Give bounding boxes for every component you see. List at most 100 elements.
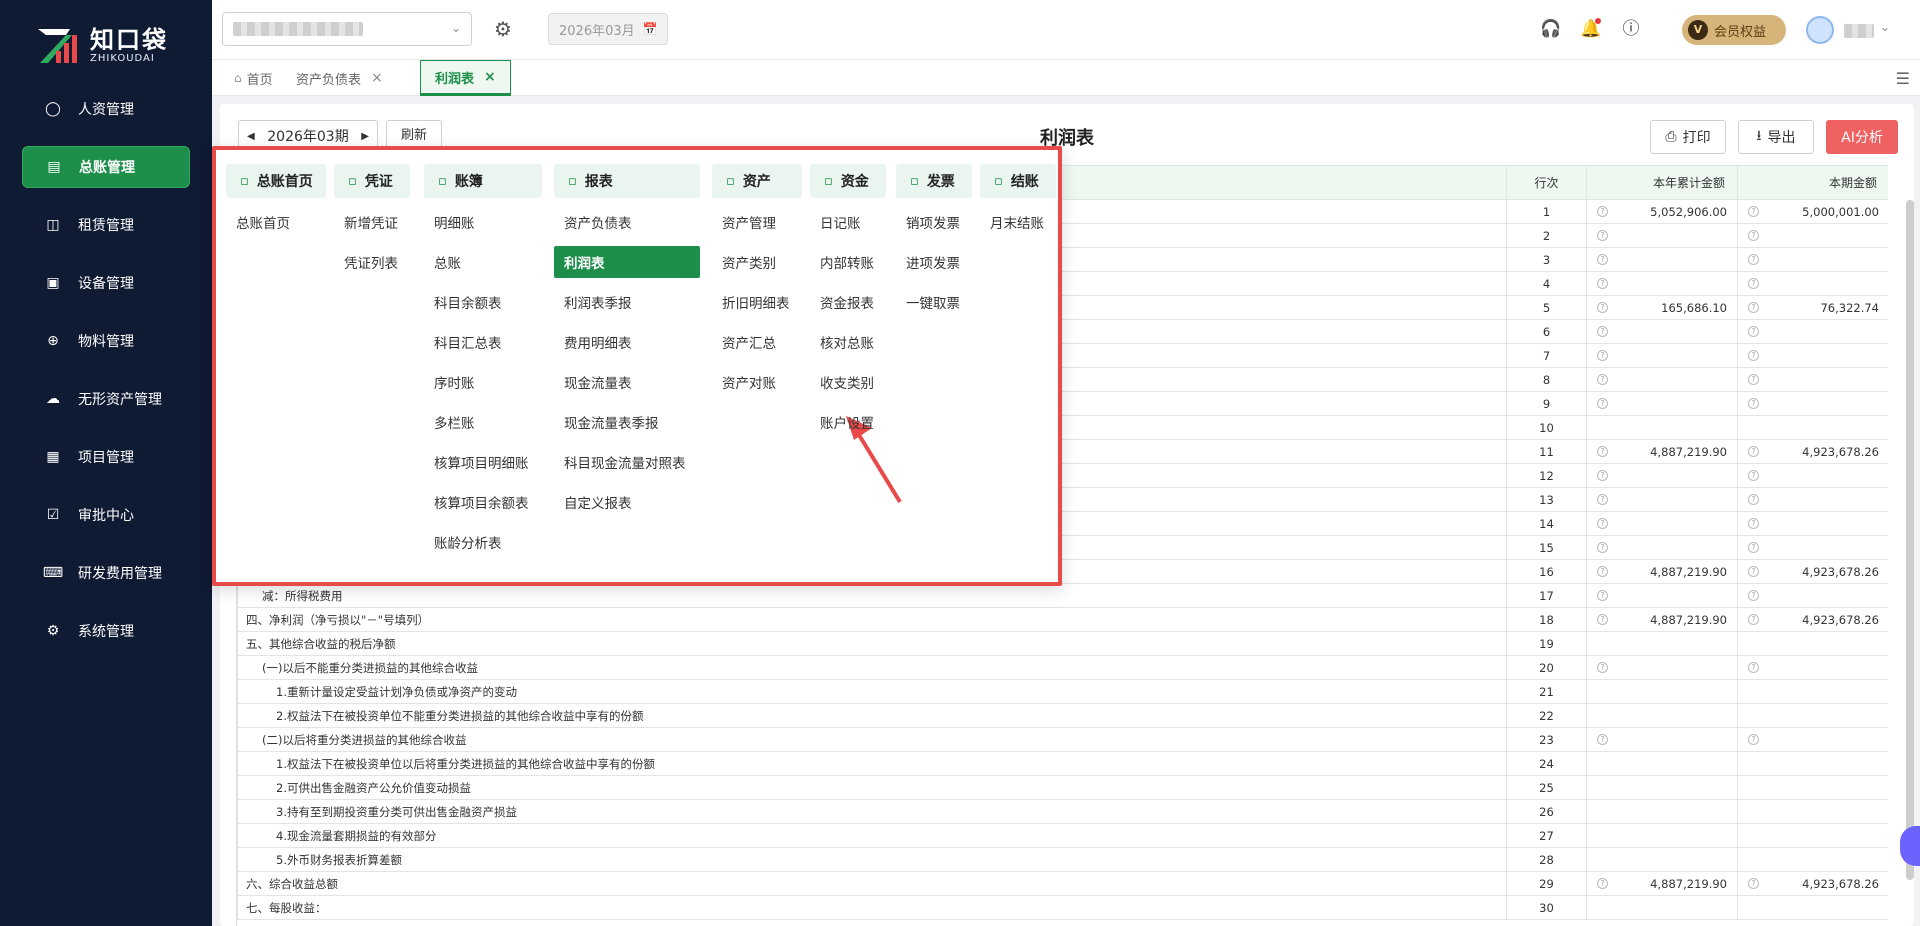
- row-current-amount[interactable]: [1737, 775, 1888, 800]
- row-current-amount[interactable]: [1737, 703, 1888, 728]
- row-current-amount[interactable]: ?: [1737, 511, 1888, 536]
- menu-item[interactable]: 日记账: [810, 206, 886, 238]
- sidebar-item-3[interactable]: ▣ 设备管理: [22, 262, 190, 304]
- menu-item[interactable]: 科目余额表: [424, 286, 542, 318]
- help-circle-icon[interactable]: ?: [1748, 302, 1759, 313]
- menu-item[interactable]: 资产负债表: [554, 206, 700, 238]
- menu-column-head[interactable]: ▫ 报表: [554, 164, 700, 198]
- period-picker[interactable]: 2026年03月 📅: [548, 13, 668, 45]
- row-ytd-amount[interactable]: ?: [1586, 319, 1738, 344]
- menu-item[interactable]: 现金流量表季报: [554, 406, 700, 438]
- row-current-amount[interactable]: ?: [1737, 343, 1888, 368]
- sidebar-item-9[interactable]: ⚙ 系统管理: [22, 610, 190, 652]
- menu-item[interactable]: 账龄分析表: [424, 526, 542, 558]
- print-button[interactable]: ⎙ 打印: [1650, 120, 1726, 154]
- menu-item[interactable]: 核算项目明细账: [424, 446, 542, 478]
- bell-icon[interactable]: 🔔: [1580, 18, 1602, 40]
- help-circle-icon[interactable]: ?: [1748, 446, 1759, 457]
- row-current-amount[interactable]: ?: [1737, 535, 1888, 560]
- row-ytd-amount[interactable]: ?: [1586, 247, 1738, 272]
- company-select[interactable]: ⌄: [222, 12, 472, 46]
- row-ytd-amount[interactable]: ?: [1586, 343, 1738, 368]
- help-circle-icon[interactable]: ?: [1748, 374, 1759, 385]
- row-ytd-amount[interactable]: ? 165,686.10: [1586, 295, 1738, 320]
- row-current-amount[interactable]: ?: [1737, 319, 1888, 344]
- tab-1[interactable]: 资产负债表 ×: [282, 60, 397, 96]
- row-ytd-amount[interactable]: [1586, 703, 1738, 728]
- sidebar-item-6[interactable]: ▦ 项目管理: [22, 436, 190, 478]
- row-ytd-amount[interactable]: [1586, 847, 1738, 872]
- help-circle-icon[interactable]: ?: [1597, 230, 1608, 241]
- tab-list-menu-icon[interactable]: ☰: [1896, 69, 1910, 88]
- help-circle-icon[interactable]: ?: [1597, 590, 1608, 601]
- menu-column-head[interactable]: ▫ 结账: [980, 164, 1056, 198]
- row-ytd-amount[interactable]: ?: [1586, 223, 1738, 248]
- help-circle-icon[interactable]: ?: [1597, 470, 1608, 481]
- row-ytd-amount[interactable]: ?: [1586, 511, 1738, 536]
- row-current-amount[interactable]: [1737, 799, 1888, 824]
- row-current-amount[interactable]: [1737, 679, 1888, 704]
- menu-column-head[interactable]: ▫ 凭证: [334, 164, 410, 198]
- avatar[interactable]: [1806, 16, 1834, 44]
- row-current-amount[interactable]: ? 4,923,678.26: [1737, 559, 1888, 584]
- menu-item[interactable]: 科目汇总表: [424, 326, 542, 358]
- sidebar-item-2[interactable]: ◫ 租赁管理: [22, 204, 190, 246]
- menu-item[interactable]: 进项发票: [896, 246, 972, 278]
- row-current-amount[interactable]: ?: [1737, 487, 1888, 512]
- menu-column-head[interactable]: ▫ 资产: [712, 164, 802, 198]
- sidebar-item-7[interactable]: ☑ 审批中心: [22, 494, 190, 536]
- close-icon[interactable]: ×: [484, 69, 496, 85]
- row-ytd-amount[interactable]: ?: [1586, 655, 1738, 680]
- row-ytd-amount[interactable]: [1586, 823, 1738, 848]
- row-current-amount[interactable]: ?: [1737, 223, 1888, 248]
- row-ytd-amount[interactable]: [1586, 679, 1738, 704]
- menu-item[interactable]: 收支类别: [810, 366, 886, 398]
- menu-column-head[interactable]: ▫ 总账首页: [226, 164, 326, 198]
- menu-item[interactable]: 月末结账: [980, 206, 1056, 238]
- row-current-amount[interactable]: ? 5,000,001.00: [1737, 199, 1888, 224]
- help-circle-icon[interactable]: ?: [1748, 326, 1759, 337]
- help-circle-icon[interactable]: ?: [1597, 278, 1608, 289]
- row-ytd-amount[interactable]: [1586, 415, 1738, 440]
- help-circle-icon[interactable]: ?: [1748, 254, 1759, 265]
- row-ytd-amount[interactable]: ?: [1586, 583, 1738, 608]
- help-circle-icon[interactable]: ?: [1597, 254, 1608, 265]
- row-ytd-amount[interactable]: [1586, 895, 1738, 920]
- help-circle-icon[interactable]: ?: [1748, 470, 1759, 481]
- row-current-amount[interactable]: ? 4,923,678.26: [1737, 871, 1888, 896]
- menu-item[interactable]: 资产类别: [712, 246, 802, 278]
- next-period-icon[interactable]: ▶: [361, 131, 369, 142]
- menu-item[interactable]: 核算项目余额表: [424, 486, 542, 518]
- row-ytd-amount[interactable]: ?: [1586, 727, 1738, 752]
- prev-period-icon[interactable]: ◀: [247, 131, 255, 142]
- menu-item[interactable]: 资产管理: [712, 206, 802, 238]
- row-ytd-amount[interactable]: [1586, 799, 1738, 824]
- menu-column-head[interactable]: ▫ 发票: [896, 164, 972, 198]
- row-ytd-amount[interactable]: ?: [1586, 463, 1738, 488]
- sidebar-item-4[interactable]: ⊕ 物料管理: [22, 320, 190, 362]
- headset-icon[interactable]: 🎧: [1540, 18, 1562, 40]
- help-circle-icon[interactable]: ?: [1748, 278, 1759, 289]
- row-ytd-amount[interactable]: ?: [1586, 271, 1738, 296]
- menu-item[interactable]: 明细账: [424, 206, 542, 238]
- help-circle-icon[interactable]: ?: [1597, 878, 1608, 889]
- menu-item[interactable]: 折旧明细表: [712, 286, 802, 318]
- export-button[interactable]: ⭳ 导出: [1738, 120, 1814, 154]
- row-current-amount[interactable]: ? 4,923,678.26: [1737, 439, 1888, 464]
- row-ytd-amount[interactable]: ?: [1586, 487, 1738, 512]
- help-circle-icon[interactable]: ?: [1748, 878, 1759, 889]
- row-ytd-amount[interactable]: ?: [1586, 367, 1738, 392]
- menu-item[interactable]: 多栏账: [424, 406, 542, 438]
- help-circle-icon[interactable]: ?: [1748, 662, 1759, 673]
- help-icon[interactable]: ⓘ: [1620, 18, 1642, 40]
- help-circle-icon[interactable]: ?: [1748, 494, 1759, 505]
- help-circle-icon[interactable]: ?: [1597, 566, 1608, 577]
- user-name-redacted[interactable]: [1844, 24, 1874, 38]
- menu-item[interactable]: 销项发票: [896, 206, 972, 238]
- menu-item[interactable]: 凭证列表: [334, 246, 410, 278]
- row-current-amount[interactable]: [1737, 415, 1888, 440]
- help-circle-icon[interactable]: ?: [1597, 734, 1608, 745]
- help-circle-icon[interactable]: ?: [1597, 206, 1608, 217]
- tab-0[interactable]: ⌂ 首页: [220, 60, 287, 96]
- scrollbar[interactable]: [1906, 200, 1914, 880]
